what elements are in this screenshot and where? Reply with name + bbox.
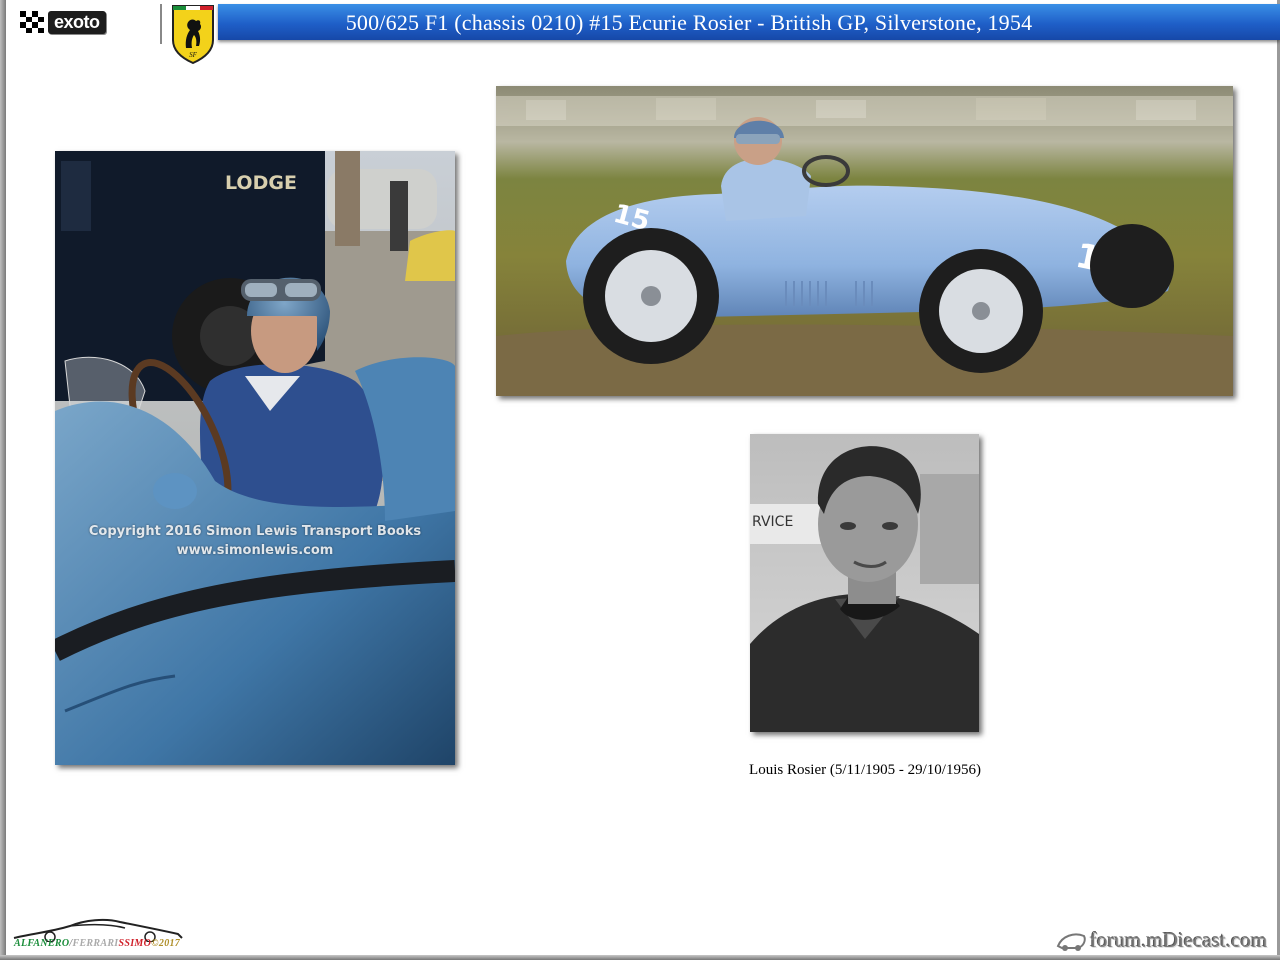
louis-rosier-portrait: RVICE xyxy=(750,434,979,732)
wordmark-part-1: ALFANERO xyxy=(14,938,70,949)
forum-car-icon xyxy=(1056,933,1086,951)
checkered-flag-icon xyxy=(20,11,44,33)
wordmark-part-3: FERRARI xyxy=(72,938,119,949)
watermark-line-2: www.simonlewis.com xyxy=(176,543,334,558)
exoto-wordmark: exoto xyxy=(48,10,106,34)
wordmark-part-4: SSIMO xyxy=(118,938,152,949)
forum-wordmark: forum.mDiecast.com xyxy=(1090,928,1268,952)
portrait-caption: Louis Rosier (5/11/1905 - 29/10/1956) xyxy=(749,762,981,778)
watermark-line-1: Copyright 2016 Simon Lewis Transport Boo… xyxy=(88,524,422,539)
page-frame-bottom xyxy=(0,955,1280,960)
driver-in-car-photo: LODGE Copyright 2016 Simon Lewis Transpo… xyxy=(55,151,455,765)
svg-text:SF: SF xyxy=(189,51,198,59)
copyright-watermark: Copyright 2016 Simon Lewis Transport Boo… xyxy=(55,522,455,560)
alfanero-ferrarissimo-logo: ALFANERO/FERRARISSIMO©2017 xyxy=(10,912,190,952)
title-bar: 500/625 F1 (chassis 0210) #15 Ecurie Ros… xyxy=(218,4,1280,40)
van-lettering: LODGE xyxy=(225,172,297,194)
page-frame-left xyxy=(0,0,6,960)
racing-car-photo: 15 15 xyxy=(496,86,1233,396)
wordmark-part-5: ©2017 xyxy=(151,938,181,949)
background-sign-text: RVICE xyxy=(752,514,793,530)
exoto-logo: exoto xyxy=(20,8,140,36)
footer-left-wordmark: ALFANERO/FERRARISSIMO©2017 xyxy=(14,938,180,949)
forum-mdiecast-logo: forum.mDiecast.com xyxy=(1056,926,1276,954)
page-title: 500/625 F1 (chassis 0210) #15 Ecurie Ros… xyxy=(345,10,1033,35)
